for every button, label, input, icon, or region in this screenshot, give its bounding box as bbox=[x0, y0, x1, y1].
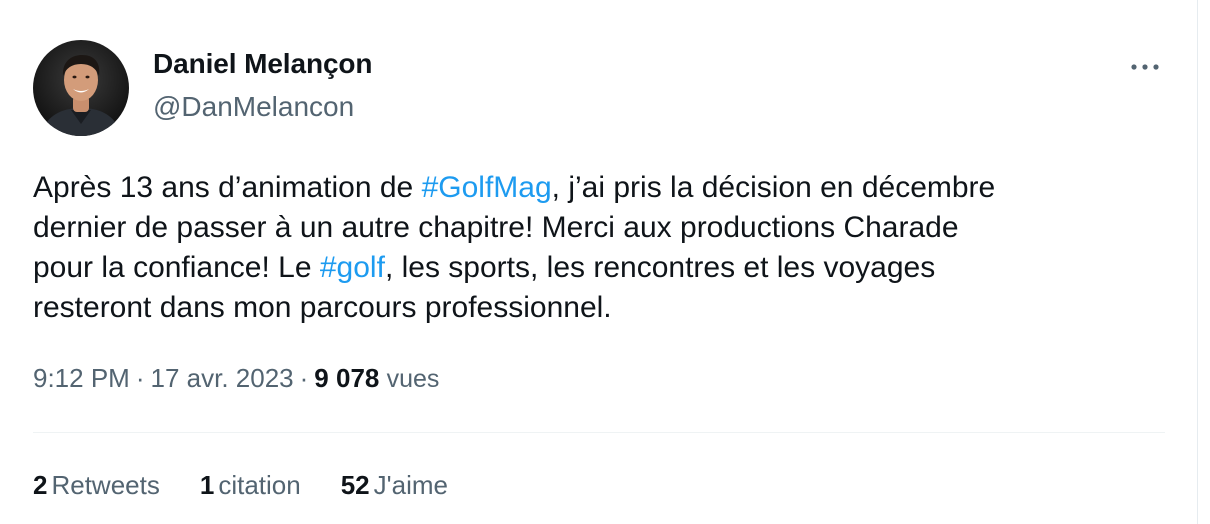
tweet-card: Daniel Melançon @DanMelancon Après 13 an… bbox=[0, 0, 1198, 524]
tweet-text-line: dernier de passer à un autre chapitre! M… bbox=[33, 208, 1173, 248]
more-options-button[interactable] bbox=[1126, 50, 1164, 84]
tweet-text-line: pour la confiance! Le #golf, les sports,… bbox=[33, 248, 1173, 288]
quotes-count: 1 bbox=[199, 470, 215, 500]
likes-stat[interactable]: 52 J'aime bbox=[341, 470, 448, 501]
tweet-text-line: Après 13 ans d’animation de #GolfMag, j’… bbox=[33, 168, 1173, 208]
text-segment: Après 13 ans d’animation de bbox=[33, 171, 422, 204]
tweet-text: Après 13 ans d’animation de #GolfMag, j’… bbox=[33, 168, 1173, 328]
separator: · bbox=[299, 363, 309, 393]
retweets-count: 2 bbox=[33, 470, 48, 500]
author-name[interactable]: Daniel Melançon bbox=[153, 48, 373, 80]
separator: · bbox=[135, 363, 145, 393]
timestamp-time[interactable]: 9:12 PM bbox=[33, 363, 130, 393]
likes-label: J'aime bbox=[373, 470, 448, 500]
text-segment: pour la confiance! Le bbox=[33, 251, 320, 284]
more-horizontal-icon bbox=[1131, 64, 1159, 70]
retweets-stat[interactable]: 2 Retweets bbox=[33, 470, 160, 501]
views-label: vues bbox=[386, 365, 440, 393]
text-segment: dernier de passer à un autre chapitre! M… bbox=[33, 211, 959, 244]
hashtag-link[interactable]: #GolfMag bbox=[422, 171, 552, 204]
avatar[interactable] bbox=[33, 40, 129, 136]
text-segment: , les sports, les rencontres et les voya… bbox=[384, 251, 936, 284]
tweet-meta: 9:12 PM · 17 avr. 2023 · 9 078 vues bbox=[33, 363, 439, 394]
retweets-label: Retweets bbox=[51, 470, 160, 500]
timestamp-date[interactable]: 17 avr. 2023 bbox=[151, 363, 294, 393]
engagement-stats: 2 Retweets 1 citation 52 J'aime bbox=[33, 470, 488, 501]
text-segment: resteront dans mon parcours professionne… bbox=[33, 291, 612, 324]
text-segment: , j’ai pris la décision en décembre bbox=[551, 171, 996, 204]
avatar-photo bbox=[33, 40, 129, 136]
quotes-label: citation bbox=[218, 470, 301, 500]
quotes-stat[interactable]: 1 citation bbox=[200, 470, 301, 501]
views-count: 9 078 bbox=[314, 363, 380, 393]
author-handle[interactable]: @DanMelancon bbox=[153, 91, 354, 123]
divider bbox=[33, 432, 1165, 433]
hashtag-link[interactable]: #golf bbox=[320, 251, 385, 284]
tweet-text-line: resteront dans mon parcours professionne… bbox=[33, 288, 1173, 328]
likes-count: 52 bbox=[340, 470, 370, 500]
